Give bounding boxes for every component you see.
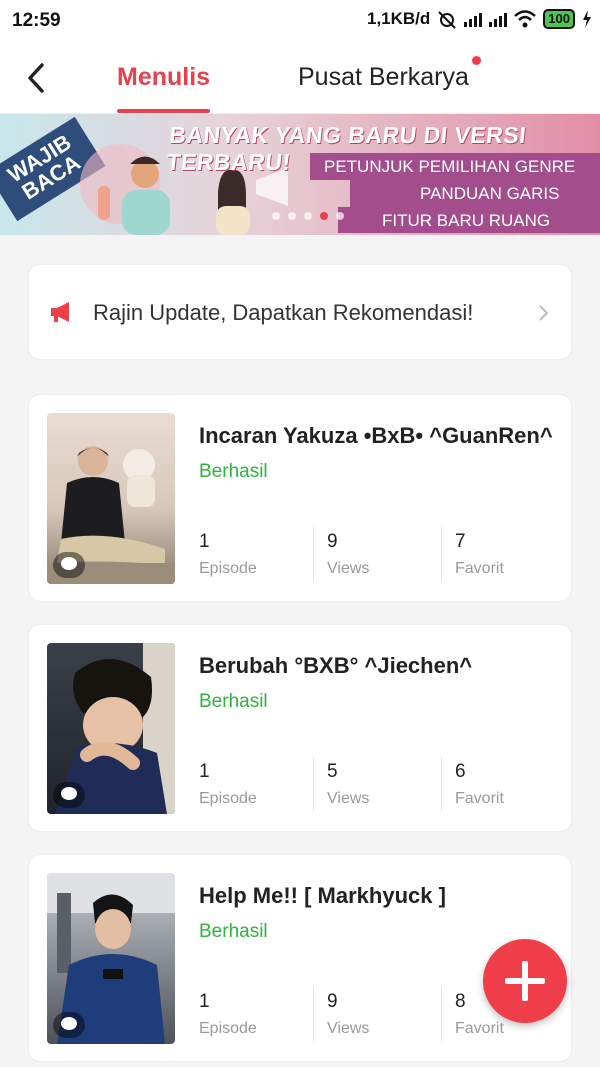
story-title: Help Me!! [ Markhyuck ]: [199, 883, 446, 908]
pager-dot[interactable]: [336, 212, 344, 220]
pager-dot-active[interactable]: [320, 212, 328, 220]
megaphone-icon: [51, 302, 69, 322]
stat-views: 9 Views: [327, 525, 369, 583]
status-indicators: 1,1KB/d 100: [367, 9, 592, 29]
banner-item-3: FITUR BARU RUANG MENULIS: [338, 207, 600, 233]
comment-bubble-icon: [53, 552, 85, 578]
comment-bubble-icon: [53, 1012, 85, 1038]
update-notice[interactable]: Rajin Update, Dapatkan Rekomendasi!: [28, 264, 572, 360]
story-card[interactable]: Berubah °BXB° ^Jiechen^ Berhasil 1 Episod…: [28, 624, 572, 832]
story-stats: 1 Episode 5 Views 6 Favorit: [199, 755, 559, 813]
stat-favorit: 6 Favorit: [455, 755, 504, 813]
views-label: Views: [327, 560, 370, 577]
tab-pusat-berkarya-label: Pusat Berkarya: [298, 63, 469, 91]
signal-icon: [464, 11, 483, 27]
stat-episode: 1 Episode: [199, 985, 257, 1043]
views-count: 5: [327, 761, 338, 782]
favorit-label: Favorit: [455, 790, 504, 807]
tab-pusat-berkarya[interactable]: Pusat Berkarya: [298, 63, 469, 92]
favorit-count: 6: [455, 761, 466, 782]
stat-favorit: 7 Favorit: [455, 525, 504, 583]
episode-label: Episode: [199, 560, 257, 577]
divider: [441, 987, 442, 1041]
views-count: 9: [327, 991, 338, 1012]
divider: [313, 527, 314, 581]
stat-episode: 1 Episode: [199, 525, 257, 583]
episode-label: Episode: [199, 1020, 257, 1037]
story-cover-image[interactable]: [47, 643, 175, 814]
stat-views: 9 Views: [327, 985, 369, 1043]
views-label: Views: [327, 790, 370, 807]
pager-dot[interactable]: [288, 212, 296, 220]
banner-item-1: PETUNJUK PEMILIHAN GENRE: [310, 153, 600, 180]
views-label: Views: [327, 1020, 370, 1037]
story-title: Berubah °BXB° ^Jiechen^: [199, 653, 473, 678]
promo-banner[interactable]: WAJIB BACA BANYAK YANG BARU DI VERSI TER…: [0, 114, 600, 235]
app-header: Menulis Pusat Berkarya: [0, 44, 600, 114]
favorit-label: Favorit: [455, 560, 504, 577]
network-speed: 1,1KB/d: [367, 9, 431, 28]
story-status: Berhasil: [199, 691, 268, 712]
story-stats: 1 Episode 9 Views 7 Favorit: [199, 525, 559, 583]
story-card[interactable]: Incaran Yakuza •BxB• ^GuanRen^ Berhasil …: [28, 394, 572, 602]
tab-menulis-label: Menulis: [117, 63, 211, 91]
tab-menulis[interactable]: Menulis: [117, 63, 211, 113]
story-cover-image[interactable]: [47, 413, 175, 584]
favorit-label: Favorit: [455, 1020, 504, 1037]
stat-views: 5 Views: [327, 755, 369, 813]
stat-episode: 1 Episode: [199, 755, 257, 813]
views-count: 9: [327, 531, 338, 552]
divider: [441, 527, 442, 581]
charging-icon: [583, 10, 591, 28]
status-bar: 12:59 1,1KB/d 100: [0, 0, 600, 44]
banner-pager: [272, 212, 344, 220]
wifi-icon: [514, 10, 537, 28]
add-story-button[interactable]: [483, 939, 567, 1023]
story-status: Berhasil: [199, 921, 268, 942]
divider: [441, 757, 442, 811]
comment-bubble-icon: [53, 782, 85, 808]
signal-icon-2: [489, 11, 508, 27]
active-tab-indicator: [117, 109, 211, 113]
episode-count: 1: [199, 531, 210, 552]
divider: [313, 757, 314, 811]
alarm-off-icon: [438, 11, 457, 29]
chevron-right-icon: [539, 305, 549, 321]
battery-icon: 100: [543, 9, 575, 29]
episode-count: 1: [199, 761, 210, 782]
divider: [313, 987, 314, 1041]
story-title: Incaran Yakuza •BxB• ^GuanRen^: [199, 423, 553, 448]
banner-item-2: PANDUAN GARIS BESAR: [350, 180, 600, 230]
notice-text: Rajin Update, Dapatkan Rekomendasi!: [93, 300, 474, 325]
story-status: Berhasil: [199, 461, 268, 482]
pager-dot[interactable]: [272, 212, 280, 220]
favorit-count: 7: [455, 531, 466, 552]
pager-dot[interactable]: [304, 212, 312, 220]
episode-count: 1: [199, 991, 210, 1012]
back-arrow-icon[interactable]: [22, 60, 52, 96]
notification-dot: [472, 56, 481, 65]
status-time: 12:59: [12, 10, 61, 31]
story-cover-image[interactable]: [47, 873, 175, 1044]
episode-label: Episode: [199, 790, 257, 807]
